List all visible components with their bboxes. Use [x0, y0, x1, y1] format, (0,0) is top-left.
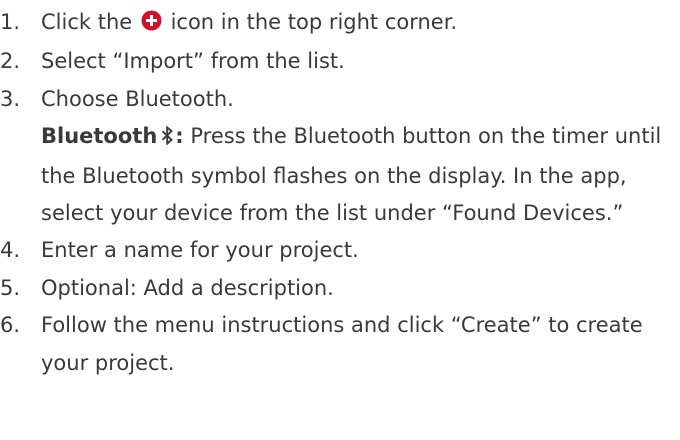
step-5: 5. Optional: Add a description.: [0, 270, 680, 307]
step-number: 5.: [0, 275, 21, 300]
bluetooth-instructions: Bluetooth : Press the Bluetooth button o…: [41, 118, 680, 232]
step-text: Choose Bluetooth.: [41, 86, 234, 111]
step-number: 2.: [0, 49, 21, 74]
step-text: Optional: Add a description.: [41, 275, 334, 300]
step-number: 6.: [0, 313, 21, 338]
instruction-list: 1. Click the icon in the top right corne…: [0, 4, 680, 382]
step-text: Select “Import” from the list.: [41, 49, 345, 74]
step-number: 4.: [0, 238, 21, 263]
step-6: 6. Follow the menu instructions and clic…: [0, 307, 680, 382]
step-number: 3.: [0, 86, 21, 111]
bluetooth-icon: [161, 120, 174, 157]
step-text-before: Click the: [41, 10, 133, 34]
step-3: 3. Choose Bluetooth. Bluetooth : Press t…: [0, 81, 680, 233]
step-text: Follow the menu instructions and click “…: [41, 313, 643, 375]
step-1: 1. Click the icon in the top right corne…: [0, 4, 680, 43]
step-text: Enter a name for your project.: [41, 238, 359, 263]
step-number: 1.: [0, 10, 21, 34]
plus-circle-icon: [141, 6, 162, 43]
bluetooth-title: Bluetooth: [41, 124, 158, 149]
bluetooth-colon: :: [175, 124, 184, 149]
step-2: 2. Select “Import” from the list.: [0, 43, 680, 80]
step-4: 4. Enter a name for your project.: [0, 232, 680, 269]
step-text-after: icon in the top right corner.: [170, 10, 458, 34]
